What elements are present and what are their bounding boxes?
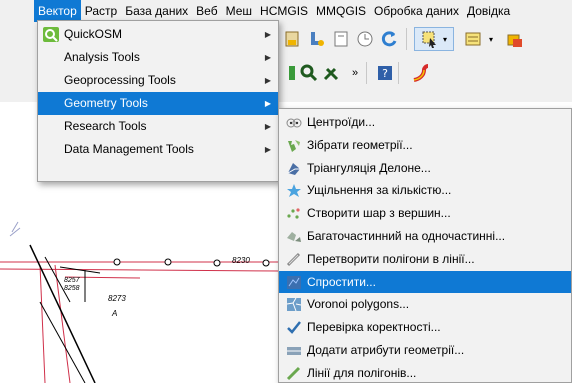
collect-geometries-icon <box>286 138 302 153</box>
submenu-arrow-icon: ▶ <box>264 145 271 154</box>
menu-item-analysis-tools[interactable]: Analysis Tools ▶ <box>38 46 278 69</box>
menu-web[interactable]: Веб <box>192 0 221 22</box>
menu-item-extract-vertices[interactable]: Створити шар з вершин... <box>279 202 571 225</box>
attribute-table-icon[interactable] <box>462 28 484 50</box>
map-label: 8273 <box>108 294 126 303</box>
submenu-arrow-icon: ▶ <box>264 30 271 39</box>
simplify-icon <box>286 275 302 290</box>
menu-processing[interactable]: Обробка даних <box>370 0 463 22</box>
menu-item-geoprocessing-tools[interactable]: Geoprocessing Tools ▶ <box>38 69 278 92</box>
check-validity-icon <box>286 320 302 335</box>
menu-mesh[interactable]: Меш <box>222 0 256 22</box>
lines-to-polygons-icon <box>286 366 302 381</box>
extract-vertices-icon <box>286 206 302 221</box>
menu-item-centroids[interactable]: Центроїди... <box>279 111 571 134</box>
chevron-down-icon[interactable]: ▾ <box>484 28 498 50</box>
svg-text:?: ? <box>382 67 388 80</box>
voronoi-icon <box>286 297 302 312</box>
submenu-arrow-icon: ▶ <box>264 99 271 108</box>
menu-item-research-tools[interactable]: Research Tools ▶ <box>38 115 278 138</box>
menu-item-data-management-tools[interactable]: Data Management Tools ▶ <box>38 138 278 161</box>
menu-help[interactable]: Довідка <box>463 0 514 22</box>
menu-database[interactable]: База даних <box>121 0 192 22</box>
clock-icon[interactable] <box>354 28 376 50</box>
multipart-to-single-icon <box>286 229 302 244</box>
refresh-icon[interactable] <box>378 28 400 50</box>
select-features-icon[interactable]: ▾ <box>414 27 454 51</box>
menu-item-simplify[interactable]: Спростити... <box>279 270 571 294</box>
densify-icon <box>286 183 302 198</box>
menu-item-quickosm[interactable]: QuickOSM ▶ <box>38 23 278 46</box>
toolbox-icon[interactable] <box>504 28 526 50</box>
menu-item-polygons-to-lines[interactable]: Перетворити полігони в лінії... <box>279 248 571 271</box>
new-layer-icon[interactable] <box>281 28 303 50</box>
menu-raster[interactable]: Растр <box>81 0 121 22</box>
submenu-arrow-icon: ▶ <box>264 76 271 85</box>
menu-item-collect-geometries[interactable]: Зібрати геометрії... <box>279 134 571 157</box>
tools-icon[interactable] <box>320 62 342 84</box>
polygons-to-lines-icon <box>286 252 302 267</box>
menu-item-delaunay[interactable]: Тріангуляція Делоне... <box>279 157 571 180</box>
submenu-arrow-icon: ▶ <box>264 53 271 62</box>
menu-mmqgis[interactable]: MMQGIS <box>312 0 370 22</box>
menu-item-geometry-tools[interactable]: Geometry Tools ▶ <box>38 92 278 115</box>
plugin-icon[interactable] <box>408 60 434 86</box>
note-icon[interactable] <box>330 28 352 50</box>
overflow-icon[interactable]: » <box>344 62 366 84</box>
map-label: 8230 <box>232 256 250 265</box>
add-geometry-attributes-icon <box>286 343 302 358</box>
menu-item-check-validity[interactable]: Перевірка коректності... <box>279 316 571 339</box>
map-label: 8257 <box>64 277 80 284</box>
quickosm-icon <box>43 27 59 42</box>
vector-menu: QuickOSM ▶ Analysis Tools ▶ Geoprocessin… <box>37 20 279 182</box>
menu-item-add-geometry-attributes[interactable]: Додати атрибути геометрії... <box>279 339 571 362</box>
menu-hcmgis[interactable]: HCMGIS <box>256 0 312 22</box>
help-icon[interactable]: ? <box>374 62 396 84</box>
map-label: A <box>112 309 118 318</box>
centroids-icon <box>286 115 302 130</box>
delaunay-icon <box>286 161 302 176</box>
menu-item-densify[interactable]: Ущільнення за кількістю... <box>279 179 571 202</box>
zoom-icon[interactable] <box>298 62 320 84</box>
new-shapefile-icon[interactable] <box>306 28 328 50</box>
menu-item-voronoi[interactable]: Voronoi polygons... <box>279 293 571 316</box>
menubar: Вектор Растр База даних Веб Меш HCMGIS M… <box>0 0 572 22</box>
submenu-arrow-icon: ▶ <box>264 122 271 131</box>
menu-item-multipart-to-singleparts[interactable]: Багаточастинний на одночастинні... <box>279 225 571 248</box>
map-label: 8258 <box>64 285 80 292</box>
menu-vector[interactable]: Вектор <box>34 0 81 22</box>
menu-item-lines-to-polygons[interactable]: Лінії для полігонів... <box>279 362 571 383</box>
geometry-tools-menu: Центроїди... Зібрати геометрії... Тріанг… <box>278 108 572 383</box>
